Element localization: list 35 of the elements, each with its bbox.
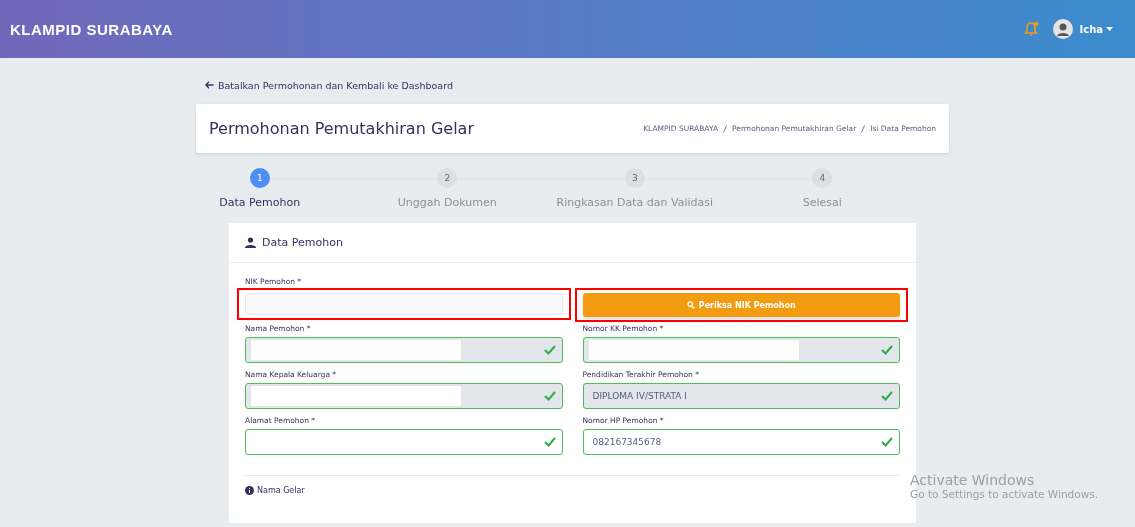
checkmark-icon <box>543 345 556 355</box>
step-label[interactable]: Selesai <box>802 196 842 209</box>
nik-input-field[interactable] <box>245 293 563 315</box>
step-number[interactable]: 1 <box>249 168 270 188</box>
slash-separator-icon <box>723 124 728 133</box>
input-field[interactable] <box>245 429 563 455</box>
checkmark-icon <box>543 391 556 401</box>
activation-title: Activate Windows <box>910 472 1036 488</box>
step-number[interactable]: 2 <box>437 168 458 188</box>
step-number[interactable]: 4 <box>812 168 833 188</box>
user-icon <box>245 237 256 248</box>
page-title: Permohonan Pemutakhiran Gelar <box>209 119 475 138</box>
search-icon <box>686 301 695 309</box>
step-label[interactable]: Unggah Dokumen <box>397 196 497 209</box>
checkmark-icon <box>543 437 556 447</box>
section-title: Nama Gelar <box>257 486 305 495</box>
checkmark-icon <box>881 391 893 401</box>
checkmark-icon <box>881 345 893 355</box>
slash-separator-icon <box>861 124 866 133</box>
info-icon <box>245 486 254 495</box>
bell-icon[interactable] <box>1023 21 1040 37</box>
back-link[interactable]: Batalkan Permohonan dan Kembali ke Dashboard <box>205 78 453 92</box>
activation-text: Go to Settings to activate Windows. <box>910 488 1099 500</box>
step-label[interactable]: Data Pemohon <box>219 196 301 209</box>
user-menu[interactable]: Icha <box>1073 22 1119 36</box>
step-number[interactable]: 3 <box>624 168 645 188</box>
caret-icon <box>1106 27 1113 31</box>
avatar-icon[interactable] <box>1053 19 1074 39</box>
step-label[interactable]: Ringkasan Data dan Validasi <box>556 196 713 209</box>
section-title: Data Pemohon <box>262 236 343 249</box>
brand-title[interactable]: KLAMPID SURABAYA <box>10 20 173 38</box>
arrow-left-icon <box>205 81 214 89</box>
input-field: DIPLOMA IV/STRATA I <box>582 383 900 409</box>
checkmark-icon <box>881 437 893 447</box>
input-field[interactable]: 082167345678 <box>582 429 900 455</box>
